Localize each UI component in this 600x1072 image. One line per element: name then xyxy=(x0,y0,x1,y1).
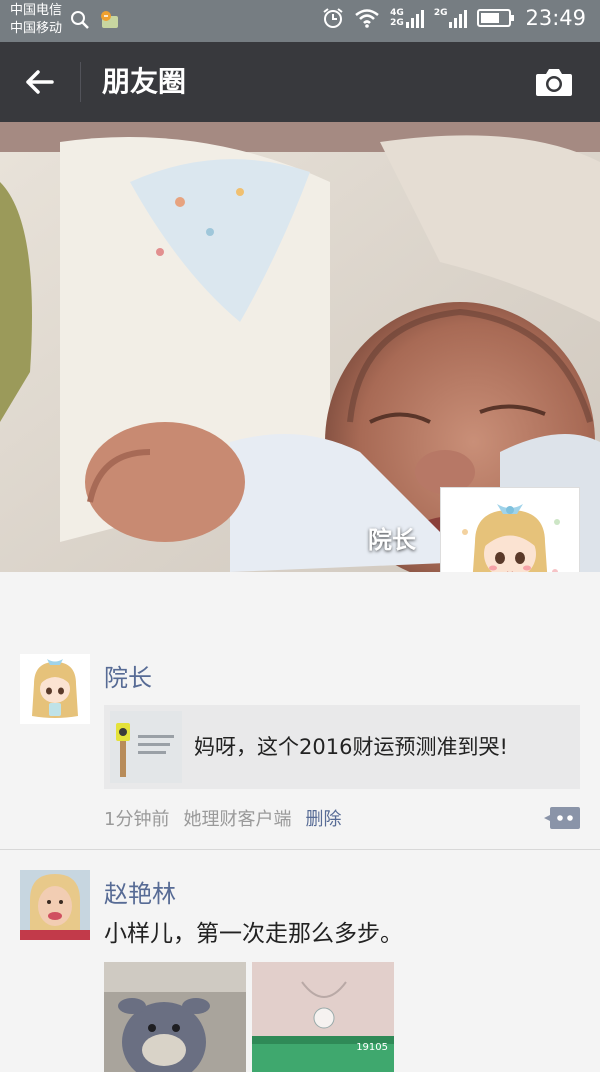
app-bar: 朋友圈 xyxy=(0,42,600,122)
signal-bars-2-icon xyxy=(449,10,468,28)
status-bar: 中国电信 中国移动 4G 2G 2G 23:49 xyxy=(0,0,600,42)
carrier-labels: 中国电信 中国移动 xyxy=(10,2,62,38)
network-type-4g: 4G xyxy=(390,8,404,18)
carrier-2: 中国移动 xyxy=(10,21,63,36)
step-counter-screenshot xyxy=(252,962,394,1072)
alarm-icon xyxy=(323,8,343,28)
signal-1: 4G 2G xyxy=(390,8,424,28)
network-type-2g: 2G xyxy=(390,18,404,28)
plush-toy-photo xyxy=(104,962,246,1072)
carrier-1: 中国电信 xyxy=(10,3,63,18)
child-photo-avatar xyxy=(20,870,90,940)
clock: 23:49 xyxy=(525,6,586,30)
post-2-image-2[interactable]: 19105 xyxy=(252,962,394,1072)
signal-bars-icon xyxy=(405,10,424,28)
camera-button[interactable] xyxy=(534,66,574,98)
camera-icon xyxy=(536,69,572,96)
page-title: 朋友圈 xyxy=(102,65,187,98)
wifi-icon xyxy=(355,9,379,28)
notification-app-icon xyxy=(101,11,118,28)
search-icon xyxy=(71,11,89,29)
back-button[interactable] xyxy=(18,62,62,102)
step-count-label: 19105 xyxy=(356,1042,388,1053)
back-arrow-icon xyxy=(26,70,54,94)
post-2-text: 小样儿，第一次走那么多步。 xyxy=(104,921,403,947)
post-2: 赵艳林 小样儿，第一次走那么多步。 19105 xyxy=(0,572,600,1072)
cover-user-name[interactable]: 院长 xyxy=(368,520,416,555)
post-2-author[interactable]: 赵艳林 xyxy=(104,874,176,909)
network-type-2g-second: 2G xyxy=(433,8,448,18)
post-2-image-1[interactable] xyxy=(104,962,246,1072)
title-divider xyxy=(80,62,81,102)
post-2-avatar[interactable] xyxy=(20,870,90,940)
battery-icon xyxy=(477,9,515,27)
signal-2: 2G xyxy=(434,8,468,28)
